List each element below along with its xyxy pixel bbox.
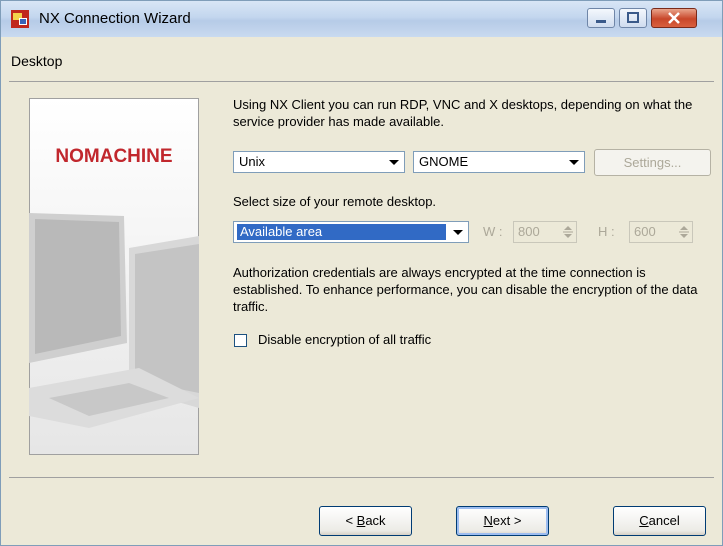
next-button-accesskey: N xyxy=(483,513,493,528)
desktop-environment-select[interactable]: GNOME xyxy=(413,151,585,173)
desktop-environment-value: GNOME xyxy=(419,154,469,169)
maximize-icon xyxy=(627,12,639,23)
back-button-label: ack xyxy=(365,513,386,528)
desktop-size-select[interactable]: Available area xyxy=(233,221,469,243)
settings-button[interactable]: Settings... xyxy=(594,149,711,176)
disable-encryption-label[interactable]: Disable encryption of all traffic xyxy=(258,332,431,347)
height-label: H : xyxy=(598,224,615,239)
chevron-down-icon[interactable] xyxy=(449,223,467,241)
next-button-label: ext > xyxy=(492,513,522,528)
width-spinner[interactable]: 800 xyxy=(513,221,577,243)
disable-encryption-checkbox[interactable] xyxy=(234,334,247,347)
height-value: 600 xyxy=(634,224,656,239)
brand-logo-text: NOMACHINE xyxy=(55,146,172,167)
os-select-value: Unix xyxy=(239,154,266,169)
close-icon xyxy=(668,12,680,24)
next-button[interactable]: Next > xyxy=(456,506,549,536)
intro-text: Using NX Client you can run RDP, VNC and… xyxy=(233,97,693,129)
desktop-size-value: Available area xyxy=(237,224,446,240)
close-button[interactable] xyxy=(651,8,697,28)
window-title: NX Connection Wizard xyxy=(39,10,191,27)
title-bar[interactable]: NX Connection Wizard xyxy=(1,1,722,37)
width-value: 800 xyxy=(518,224,540,239)
section-heading: Desktop xyxy=(11,53,63,69)
back-button[interactable]: < Back xyxy=(319,506,412,536)
chevron-down-icon[interactable] xyxy=(385,153,403,171)
height-spinner[interactable]: 600 xyxy=(629,221,693,243)
os-select[interactable]: Unix xyxy=(233,151,405,173)
minimize-icon xyxy=(596,20,606,23)
cancel-button[interactable]: Cancel xyxy=(613,506,706,536)
minimize-button[interactable] xyxy=(587,8,615,28)
nomachine-side-image: NOMACHINE xyxy=(29,98,199,455)
authorization-text: Authorization credentials are always enc… xyxy=(233,265,698,314)
cancel-button-accesskey: C xyxy=(639,513,649,528)
back-button-prefix: < xyxy=(345,513,357,528)
chevron-down-icon[interactable] xyxy=(565,153,583,171)
cancel-button-label: ancel xyxy=(648,513,680,528)
nx-app-icon xyxy=(11,10,29,28)
size-label: Select size of your remote desktop. xyxy=(233,194,437,209)
spinner-arrows-icon[interactable] xyxy=(678,224,690,240)
maximize-button[interactable] xyxy=(619,8,647,28)
spinner-arrows-icon[interactable] xyxy=(562,224,574,240)
width-label: W : xyxy=(483,224,503,239)
wizard-window: NX Connection Wizard Desktop NOMACHINE U… xyxy=(0,0,723,546)
